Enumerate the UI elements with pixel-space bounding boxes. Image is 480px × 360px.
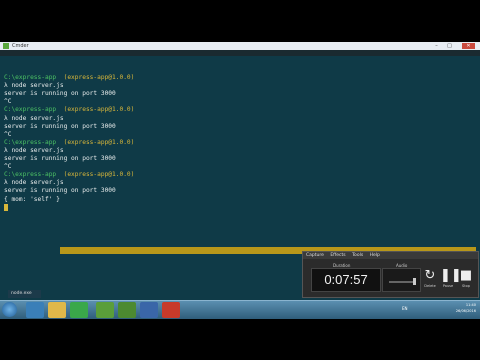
delete-button[interactable]: ↻ Delete — [422, 268, 438, 292]
console-line: server is running on port 3000 — [4, 90, 474, 98]
console-line: λ node server.js — [4, 82, 474, 90]
app-icon[interactable] — [118, 302, 136, 318]
console-output[interactable]: C:\express-app (express-app@1.0.0) λ node… — [4, 66, 474, 212]
console-line: ^C — [4, 98, 474, 106]
audio-level[interactable] — [382, 268, 421, 292]
console-line: ^C — [4, 131, 474, 139]
cmder-icon — [3, 43, 9, 49]
chrome-icon[interactable] — [70, 302, 88, 318]
console-text: server is running on port 3000 — [4, 187, 116, 195]
console-line: λ node server.js — [4, 147, 474, 155]
stop-icon: ■ — [459, 268, 473, 283]
stop-label: Stop — [462, 284, 470, 288]
prompt-path: C:\express-app — [4, 138, 57, 146]
stop-button[interactable]: ■ Stop — [458, 268, 474, 292]
console-line: λ node server.js — [4, 179, 474, 187]
package-version: (express-app@1.0.0) — [56, 74, 135, 82]
console-line: λ node server.js — [4, 115, 474, 123]
start-button[interactable] — [2, 302, 17, 317]
recorder-menu: Capture Effects Tools Help — [303, 252, 478, 259]
prompt-path: C:\express-app — [4, 106, 57, 114]
audio-slider-track — [389, 281, 413, 283]
console-line: ^C — [4, 163, 474, 171]
console-text: server is running on port 3000 — [4, 90, 116, 98]
console-line: server is running on port 3000 — [4, 155, 474, 163]
console-line: C:\express-app (express-app@1.0.0) — [4, 139, 474, 147]
text-cursor — [4, 203, 8, 211]
refresh-icon: ↻ — [424, 268, 436, 283]
ie-icon[interactable] — [26, 302, 44, 318]
console-line: C:\express-app (express-app@1.0.0) — [4, 106, 474, 114]
console-line: C:\express-app (express-app@1.0.0) — [4, 171, 474, 179]
clock[interactable]: 11:40 26/06/2016 — [456, 302, 476, 314]
folder-icon[interactable] — [48, 302, 66, 318]
close-button[interactable]: ✕ — [462, 43, 475, 49]
console-text: ^C — [4, 163, 12, 171]
console-line: server is running on port 3000 — [4, 123, 474, 131]
console-text: λ node server.js — [4, 82, 64, 90]
console-text: ^C — [4, 98, 12, 106]
console-text: λ node server.js — [4, 146, 64, 154]
package-version: (express-app@1.0.0) — [56, 171, 135, 179]
screen-recorder-panel: Capture Effects Tools Help Duration 0:07… — [302, 251, 479, 298]
clock-date: 26/06/2016 — [455, 309, 476, 313]
minimize-button[interactable]: – — [432, 43, 441, 49]
menu-effects[interactable]: Effects — [330, 253, 345, 258]
pause-icon: ❚❚ — [440, 268, 462, 283]
cmder-taskbar-icon[interactable] — [96, 302, 114, 318]
console-text: λ node server.js — [4, 114, 64, 122]
duration-timer: 0:07:57 — [311, 268, 381, 292]
vscode-icon[interactable] — [140, 302, 158, 318]
taskbar: EN 11:40 26/06/2016 — [0, 300, 480, 319]
console-line: C:\express-app (express-app@1.0.0) — [4, 74, 474, 82]
console-text: λ node server.js — [4, 179, 64, 187]
tab-strip — [0, 50, 480, 56]
console-text: server is running on port 3000 — [4, 122, 116, 130]
console-text: { mom: 'self' } — [4, 195, 60, 203]
menu-help[interactable]: Help — [370, 253, 380, 258]
recorder-icon[interactable] — [162, 302, 180, 318]
prompt-path: C:\express-app — [4, 171, 57, 179]
language-indicator[interactable]: EN — [402, 306, 408, 311]
audio-slider-handle[interactable] — [413, 278, 416, 285]
window-title: Cmder — [12, 43, 29, 49]
package-version: (express-app@1.0.0) — [56, 138, 135, 146]
console-text: ^C — [4, 130, 12, 138]
delete-label: Delete — [424, 284, 436, 288]
console-tab[interactable]: node.exe — [8, 290, 41, 298]
menu-capture[interactable]: Capture — [306, 253, 324, 258]
pause-button[interactable]: ❚❚ Pause — [440, 268, 462, 292]
console-text: server is running on port 3000 — [4, 155, 116, 163]
prompt-path: C:\express-app — [4, 74, 57, 82]
console-line: { mom: 'self' } — [4, 196, 474, 204]
console-line: server is running on port 3000 — [4, 187, 474, 195]
pause-label: Pause — [442, 284, 454, 288]
menu-tools[interactable]: Tools — [352, 253, 363, 258]
package-version: (express-app@1.0.0) — [56, 106, 135, 114]
maximize-button[interactable]: □ — [445, 43, 454, 49]
cursor-line — [4, 203, 474, 212]
